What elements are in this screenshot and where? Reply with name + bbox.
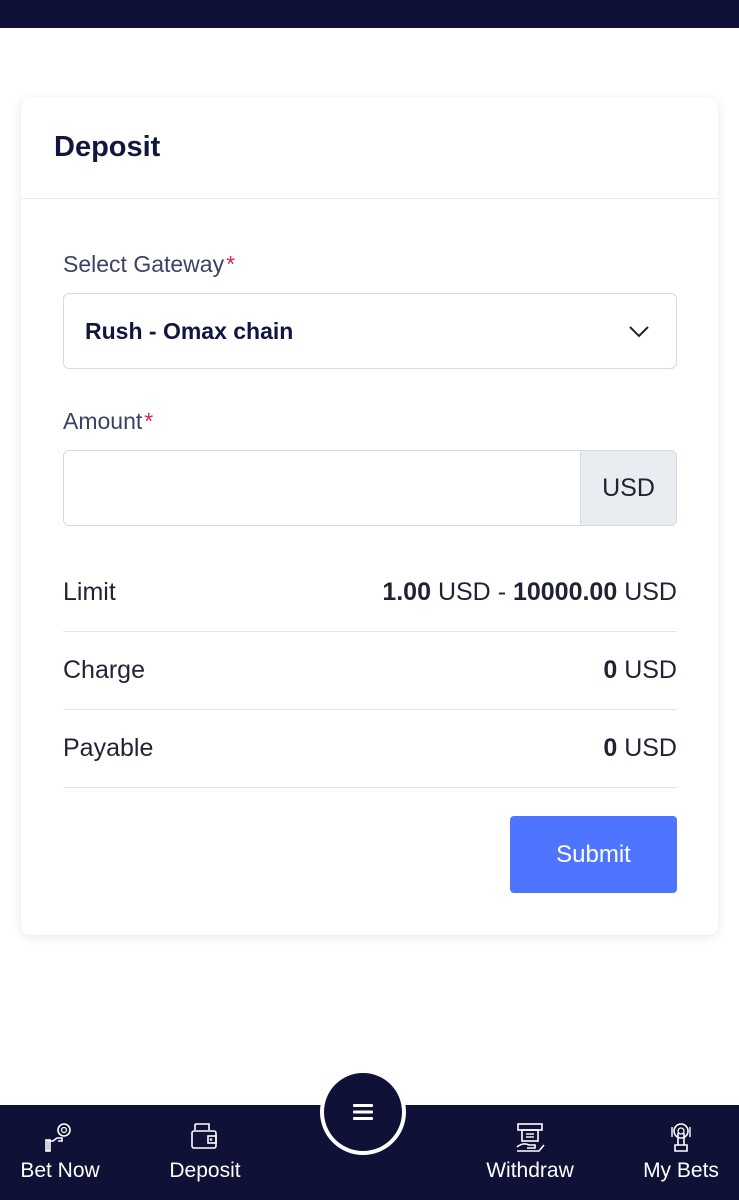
limit-separator: - [497, 578, 507, 606]
limit-value: 1.00 USD - 10000.00 USD [382, 578, 677, 607]
nav-bet-now-label: Bet Now [20, 1159, 100, 1182]
limit-row: Limit 1.00 USD - 10000.00 USD [63, 554, 677, 632]
amount-input-group: USD [63, 450, 677, 526]
charge-row: Charge 0 USD [63, 632, 677, 710]
menu-button[interactable] [320, 1069, 406, 1155]
payable-row: Payable 0 USD [63, 710, 677, 788]
payable-amount: 0 [603, 734, 618, 762]
amount-input[interactable] [64, 451, 580, 525]
my-bets-icon [671, 1123, 691, 1152]
payable-unit: USD [624, 734, 677, 762]
limit-label: Limit [63, 578, 116, 606]
gateway-label-text: Select Gateway [63, 251, 225, 277]
nav-withdraw[interactable]: Withdraw [465, 1105, 595, 1200]
limit-max: 10000.00 [512, 578, 618, 606]
required-mark: * [144, 408, 154, 434]
nav-bet-now[interactable]: Bet Now [0, 1105, 125, 1200]
limit-max-unit: USD [624, 578, 677, 606]
required-mark: * [226, 251, 236, 277]
payable-label: Payable [63, 734, 154, 762]
limit-min: 1.00 [382, 578, 431, 606]
nav-my-bets-label: My Bets [643, 1159, 719, 1182]
nav-my-bets[interactable]: My Bets [616, 1105, 739, 1200]
charge-amount: 0 [603, 656, 618, 684]
gateway-select-value: Rush - Omax chain [85, 317, 294, 344]
charge-unit: USD [624, 656, 677, 684]
bet-now-icon [45, 1123, 71, 1152]
nav-withdraw-label: Withdraw [486, 1159, 574, 1182]
gateway-select[interactable]: Rush - Omax chain [63, 293, 677, 369]
amount-label-text: Amount [63, 408, 143, 434]
menu-icon [353, 1104, 373, 1120]
chevron-down-icon [629, 326, 649, 338]
charge-value: 0 USD [603, 656, 677, 685]
payable-value: 0 USD [603, 734, 677, 763]
page-title: Deposit [54, 131, 161, 163]
wallet-icon [191, 1123, 217, 1149]
amount-label: Amount* [63, 408, 153, 435]
deposit-card: Deposit Select Gateway* Rush - Omax chai… [21, 97, 718, 935]
status-bar [0, 0, 739, 28]
charge-label: Charge [63, 656, 145, 684]
limit-min-unit: USD [437, 578, 491, 606]
nav-deposit[interactable]: Deposit [140, 1105, 270, 1200]
card-header: Deposit [21, 97, 718, 199]
gateway-label: Select Gateway* [63, 251, 235, 278]
submit-button[interactable]: Submit [510, 816, 677, 893]
nav-deposit-label: Deposit [169, 1159, 241, 1182]
withdraw-icon [516, 1123, 545, 1152]
amount-currency-addon: USD [580, 451, 676, 525]
